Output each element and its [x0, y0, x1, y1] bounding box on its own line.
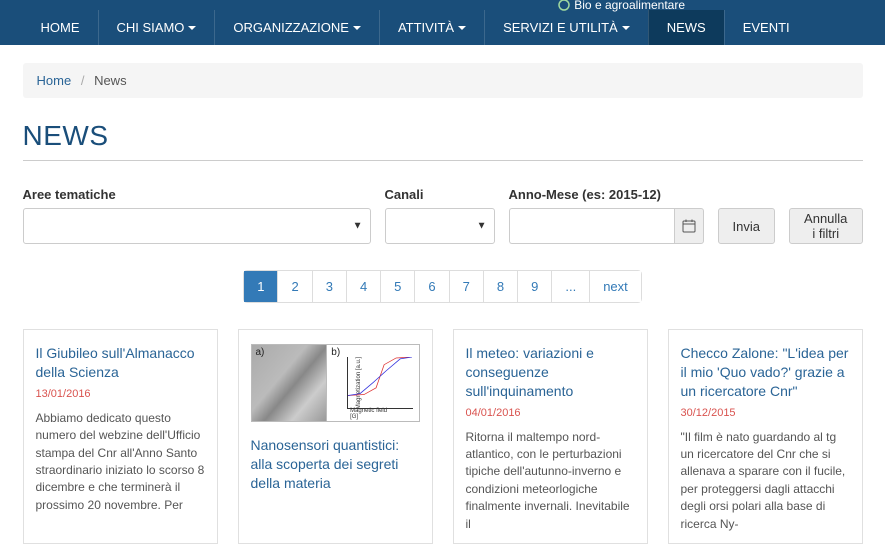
card-title[interactable]: Il meteo: variazioni e conseguenze sull'… [466, 344, 635, 401]
page-4[interactable]: 4 [347, 271, 380, 302]
page-8[interactable]: 8 [484, 271, 517, 302]
nav-item-organizzazione[interactable]: ORGANIZZAZIONE [214, 10, 379, 45]
aree-label: Aree tematiche [23, 187, 371, 202]
nav-item-attivit-[interactable]: ATTIVITÀ [379, 10, 484, 45]
card-excerpt: "Il film è nato guardando al tg un ricer… [681, 429, 850, 533]
filters-row: Aree tematiche ▼ Canali ▼ Anno-Mese (es:… [23, 187, 863, 244]
news-card: Il Giubileo sull'Almanacco della Scienza… [23, 329, 218, 544]
circle-icon [558, 0, 570, 11]
nav-item-label: NEWS [667, 20, 706, 35]
page-item: 7 [449, 270, 484, 303]
news-card: Magnetization [a.u.]Magnetic field [G] Na… [238, 329, 433, 544]
page-item: 1 [243, 270, 278, 303]
chart-xlabel: Magnetic field [G] [350, 408, 396, 420]
calendar-icon [682, 219, 696, 233]
breadcrumb-sep: / [81, 73, 85, 88]
banner-bio-tag: Bio e agroalimentare [558, 0, 685, 12]
reset-button[interactable]: Annulla i filtri [789, 208, 863, 244]
card-excerpt: Abbiamo dedicato questo numero del webzi… [36, 410, 205, 514]
anno-input[interactable] [509, 208, 674, 244]
card-date: 13/01/2016 [36, 388, 205, 400]
chevron-down-icon [353, 26, 361, 30]
page-1[interactable]: 1 [244, 271, 277, 302]
breadcrumb-home[interactable]: Home [37, 73, 72, 88]
page-item: ... [551, 270, 590, 303]
nav-item-label: HOME [41, 20, 80, 35]
card-excerpt: Ritorna il maltempo nord-atlantico, con … [466, 429, 635, 533]
nav-item-label: ORGANIZZAZIONE [233, 20, 349, 35]
aree-select[interactable] [23, 208, 371, 244]
page-next[interactable]: next [590, 271, 641, 302]
page-2[interactable]: 2 [278, 271, 311, 302]
card-title[interactable]: Checco Zalone: "L'idea per il mio 'Quo v… [681, 344, 850, 401]
card-date: 30/12/2015 [681, 407, 850, 419]
card-thumbnail: Magnetization [a.u.]Magnetic field [G] [251, 344, 420, 422]
card-title[interactable]: Il Giubileo sull'Almanacco della Scienza [36, 344, 205, 382]
nav-item-label: SERVIZI E UTILITÀ [503, 20, 618, 35]
page-item: 3 [312, 270, 347, 303]
nav-item-servizi-e-utilit-[interactable]: SERVIZI E UTILITÀ [484, 10, 648, 45]
calendar-button[interactable] [674, 208, 704, 244]
page-6[interactable]: 6 [415, 271, 448, 302]
chevron-down-icon [622, 26, 630, 30]
nav-item-label: ATTIVITÀ [398, 20, 454, 35]
page-3[interactable]: 3 [313, 271, 346, 302]
card-title[interactable]: Nanosensori quantistici: alla scoperta d… [251, 436, 420, 493]
submit-button[interactable]: Invia [718, 208, 775, 244]
cards-row: Il Giubileo sull'Almanacco della Scienza… [23, 329, 863, 544]
title-rule [23, 160, 863, 161]
card-date: 04/01/2016 [466, 407, 635, 419]
nav-item-label: EVENTI [743, 20, 790, 35]
nav-item-label: CHI SIAMO [117, 20, 185, 35]
page-item: next [589, 270, 642, 303]
news-card: Il meteo: variazioni e conseguenze sull'… [453, 329, 648, 544]
main-nav: HOME CHI SIAMO ORGANIZZAZIONE ATTIVITÀ SERVI… [0, 10, 885, 45]
nav-item-chi-siamo[interactable]: CHI SIAMO [98, 10, 215, 45]
chevron-down-icon [188, 26, 196, 30]
page-item: 5 [380, 270, 415, 303]
page-item: 6 [414, 270, 449, 303]
nav-item-news[interactable]: NEWS [648, 10, 724, 45]
breadcrumb-current: News [94, 73, 127, 88]
page-title: NEWS [23, 120, 863, 152]
nav-item-home[interactable]: HOME [23, 10, 98, 45]
anno-label: Anno-Mese (es: 2015-12) [509, 187, 704, 202]
canali-select[interactable] [385, 208, 495, 244]
canali-label: Canali [385, 187, 495, 202]
page-ellipsis: ... [552, 271, 589, 302]
page-item: 2 [277, 270, 312, 303]
page-9[interactable]: 9 [518, 271, 551, 302]
page-5[interactable]: 5 [381, 271, 414, 302]
page-item: 4 [346, 270, 381, 303]
chevron-down-icon [458, 26, 466, 30]
breadcrumb: Home / News [23, 63, 863, 98]
pagination: 123456789...next [23, 270, 863, 303]
news-card: Checco Zalone: "L'idea per il mio 'Quo v… [668, 329, 863, 544]
banner-tag-label: Bio e agroalimentare [574, 0, 685, 12]
page-item: 9 [517, 270, 552, 303]
nav-item-eventi[interactable]: EVENTI [724, 10, 808, 45]
page-item: 8 [483, 270, 518, 303]
page-7[interactable]: 7 [450, 271, 483, 302]
